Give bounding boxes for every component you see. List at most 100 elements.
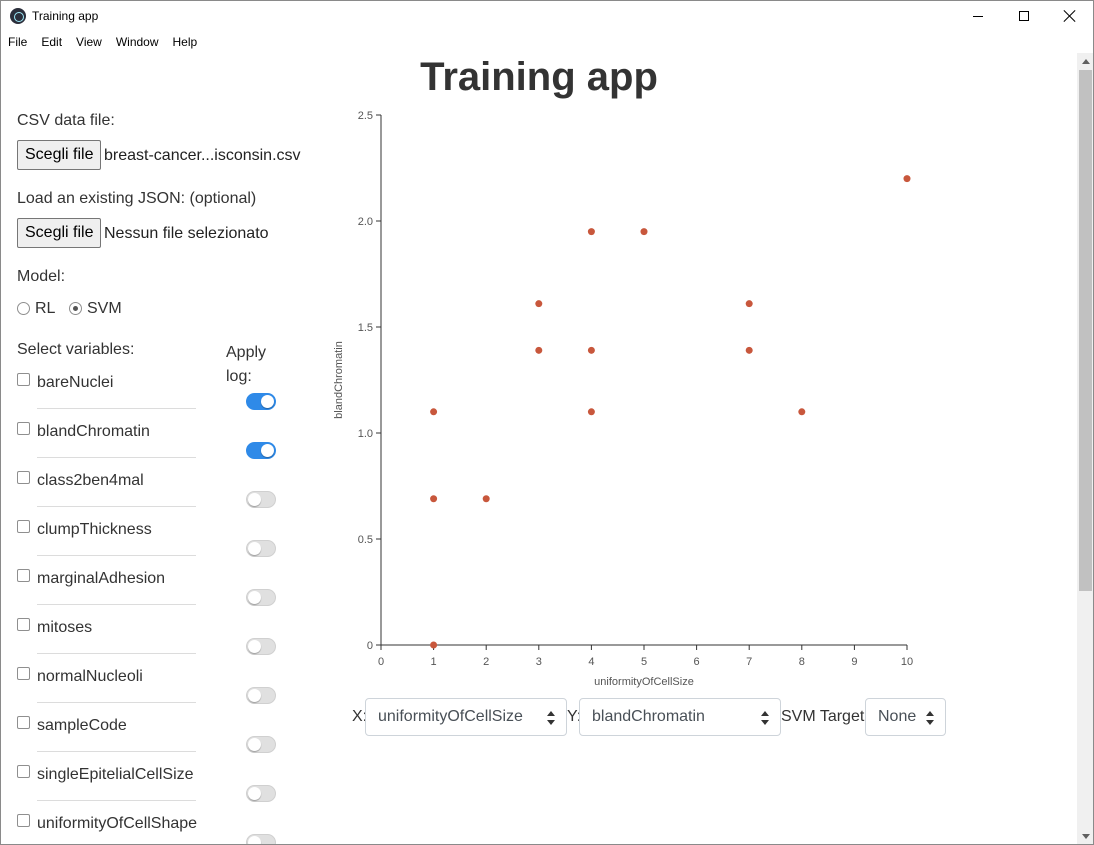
select-arrows-icon [761,711,769,725]
variable-name: class2ben4mal [37,472,144,489]
variable-name: bareNuclei [37,374,114,391]
csv-file-name: breast-cancer...isconsin.csv [104,147,301,164]
y-tick-label: 0 [367,640,373,652]
maximize-button[interactable] [1001,1,1047,31]
y-tick-label: 1.5 [358,322,373,334]
x-tick-label: 10 [901,656,913,668]
variable-name: blandChromatin [37,423,150,440]
data-point [482,495,490,503]
apply-log-toggle[interactable] [246,491,276,508]
variable-row-bareNuclei: bareNuclei [17,373,197,422]
model-option-svm-label: SVM [87,300,122,317]
variable-checkbox[interactable] [17,618,30,631]
data-point [745,346,753,354]
menu-file[interactable]: File [1,31,34,53]
model-radio-svm[interactable] [69,302,82,315]
y-tick-label: 0.5 [358,534,373,546]
variable-checkbox[interactable] [17,569,30,582]
minimize-button[interactable] [955,1,1001,31]
variable-row-normalNucleoli: normalNucleoli [17,667,197,716]
model-radio-rl[interactable] [17,302,30,315]
data-point [535,300,543,308]
apply-log-toggle[interactable] [246,638,276,655]
variable-name: marginalAdhesion [37,570,166,587]
svm-target-select[interactable]: None [865,698,946,736]
row-divider [37,604,196,605]
model-option-rl-label: RL [35,300,56,317]
variable-row-sampleCode: sampleCode [17,716,197,765]
x-tick-label: 7 [746,656,752,668]
csv-label: CSV data file: [17,112,115,129]
variable-name: singleEpitelialCellSize [37,766,194,783]
y-variable-select[interactable]: blandChromatin [579,698,781,736]
app-window: Training app File Edit View Window Help … [0,0,1094,845]
variable-checkbox[interactable] [17,765,30,778]
x-tick-label: 2 [483,656,489,668]
arrow-down-icon [1081,834,1090,839]
menu-bar: File Edit View Window Help [1,31,204,53]
y-tick-label: 2.5 [358,110,373,122]
minimize-icon [973,15,983,17]
close-button[interactable] [1047,1,1093,31]
apply-log-label: Apply log: [226,344,267,385]
variable-checkbox[interactable] [17,520,30,533]
apply-log-toggle[interactable] [246,736,276,753]
y-tick-label: 1.0 [358,428,373,440]
data-point [587,408,595,416]
apply-log-toggle[interactable] [246,589,276,606]
menu-edit[interactable]: Edit [34,31,69,53]
scrollbar-thumb[interactable] [1079,70,1092,591]
variable-checkbox[interactable] [17,667,30,680]
data-point [430,495,438,503]
apply-log-toggle[interactable] [246,442,276,459]
row-divider [37,506,196,507]
variable-name: uniformityOfCellShape [37,815,198,832]
json-label: Load an existing JSON: (optional) [17,190,257,207]
x-tick-label: 0 [378,656,384,668]
json-choose-file-button[interactable]: Scegli file [17,218,102,248]
variable-checkbox[interactable] [17,814,30,827]
scroll-down-button[interactable] [1077,828,1093,844]
apply-log-toggle[interactable] [246,834,276,844]
variable-checkbox[interactable] [17,422,30,435]
x-tick-label: 9 [851,656,857,668]
select-arrows-icon [547,711,555,725]
x-tick-label: 4 [588,656,594,668]
row-divider [37,751,196,752]
x-axis-label: uniformityOfCellSize [594,676,694,688]
row-divider [37,800,196,801]
row-divider [37,555,196,556]
menu-view[interactable]: View [69,31,109,53]
csv-choose-file-button[interactable]: Scegli file [17,140,102,170]
row-divider [37,408,196,409]
apply-log-toggle[interactable] [246,393,276,410]
variable-checkbox[interactable] [17,471,30,484]
variable-row-mitoses: mitoses [17,618,197,667]
menu-window[interactable]: Window [109,31,166,53]
select-variables-label: Select variables: [17,341,135,358]
variable-row-marginalAdhesion: marginalAdhesion [17,569,197,618]
data-point [430,641,438,649]
data-point [430,408,438,416]
variable-checkbox[interactable] [17,716,30,729]
data-point [903,175,911,183]
json-file-name: Nessun file selezionato [104,225,269,242]
x-variable-select[interactable]: uniformityOfCellSize [365,698,567,736]
variable-checkbox[interactable] [17,373,30,386]
variable-row-uniformityOfCellShape: uniformityOfCellShape [17,814,198,844]
apply-log-toggle[interactable] [246,540,276,557]
apply-log-toggle[interactable] [246,785,276,802]
data-point [745,300,753,308]
variable-row-blandChromatin: blandChromatin [17,422,197,471]
close-icon [1064,10,1076,22]
vertical-scrollbar[interactable] [1077,53,1093,844]
svm-target-value: None [878,708,917,725]
variable-name: normalNucleoli [37,668,143,685]
menu-help[interactable]: Help [166,31,205,53]
variable-name: clumpThickness [37,521,152,538]
scatter-chart: 0 0.5 1.0 1.5 2.0 2.5 0 1 2 3 4 5 6 7 8 9 10 uniformityOf… [333,110,913,688]
y-variable-value: blandChromatin [592,708,705,725]
scroll-up-button[interactable] [1077,53,1093,70]
apply-log-toggle[interactable] [246,687,276,704]
y-tick-label: 2.0 [358,216,373,228]
